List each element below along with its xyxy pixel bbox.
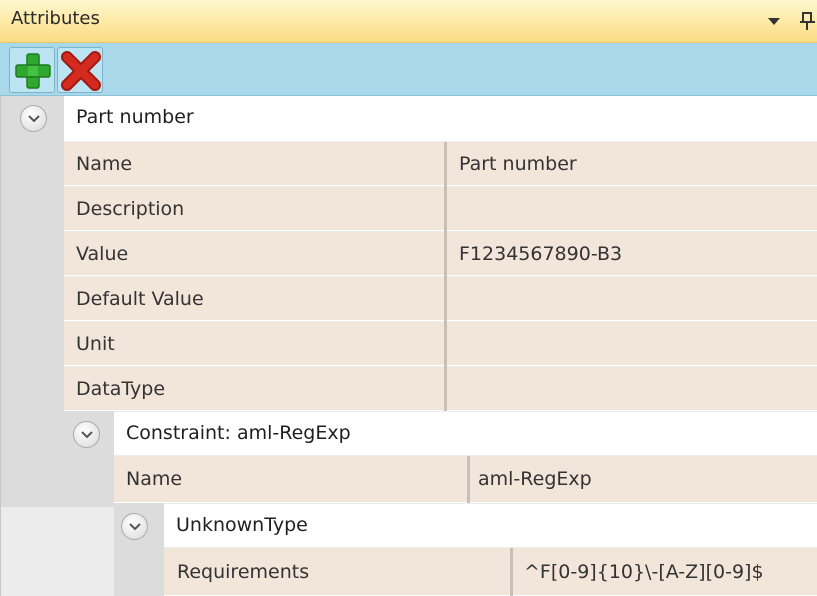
property-label: Name: [76, 153, 133, 175]
property-value[interactable]: aml-RegExp: [478, 468, 592, 490]
type-header-label: UnknownType: [176, 514, 308, 536]
add-icon: [15, 53, 51, 89]
property-row[interactable]: DataType: [64, 367, 817, 411]
dropdown-arrow-icon[interactable]: [766, 10, 782, 30]
collapse-expander-icon[interactable]: [20, 105, 47, 132]
attribute-header-label: Part number: [76, 106, 194, 128]
tree-indent-band: [1, 96, 64, 507]
collapse-expander-icon[interactable]: [73, 421, 100, 448]
property-label: Description: [76, 198, 185, 220]
collapse-expander-icon[interactable]: [121, 513, 148, 540]
add-attribute-button[interactable]: [9, 47, 55, 93]
property-label: Value: [76, 243, 129, 265]
property-row[interactable]: Description: [64, 187, 817, 231]
property-row[interactable]: Value F1234567890-B3: [64, 232, 817, 276]
constraint-header-label: Constraint: aml-RegExp: [126, 422, 351, 444]
property-row[interactable]: Name Part number: [64, 142, 817, 186]
property-row[interactable]: Unit: [64, 322, 817, 366]
panel-title-bar: Attributes: [0, 0, 817, 43]
property-label: DataType: [76, 378, 166, 400]
property-label: Unit: [76, 333, 115, 355]
property-label: Name: [126, 468, 183, 490]
attribute-header-row[interactable]: Part number: [64, 96, 817, 141]
type-header-row[interactable]: UnknownType: [164, 504, 817, 547]
delete-icon: [61, 51, 101, 91]
property-label: Default Value: [76, 288, 204, 310]
property-label: Requirements: [177, 561, 310, 583]
column-splitter[interactable]: [444, 142, 447, 411]
property-row[interactable]: Name aml-RegExp: [114, 456, 817, 503]
property-value[interactable]: Part number: [459, 153, 577, 175]
toolbar: [0, 43, 817, 96]
property-value[interactable]: F1234567890-B3: [459, 243, 622, 265]
column-splitter[interactable]: [510, 548, 513, 596]
property-value[interactable]: ^F[0-9]{10}\-[A-Z][0-9]$: [524, 561, 764, 583]
pin-icon[interactable]: [798, 10, 817, 32]
property-row[interactable]: Default Value: [64, 277, 817, 321]
property-row[interactable]: Requirements ^F[0-9]{10}\-[A-Z][0-9]$: [164, 548, 817, 596]
attribute-tree: Part number Name Part number Description…: [0, 96, 817, 596]
delete-attribute-button[interactable]: [57, 47, 103, 93]
constraint-header-row[interactable]: Constraint: aml-RegExp: [114, 412, 817, 455]
column-splitter[interactable]: [467, 456, 470, 503]
panel-title: Attributes: [11, 8, 100, 29]
